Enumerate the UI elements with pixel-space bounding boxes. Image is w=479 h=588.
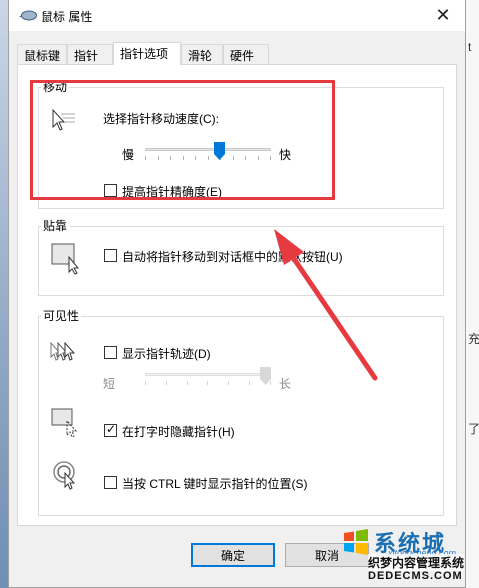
show-location-icon — [53, 461, 76, 490]
pointer-options-panel: 移动 选择指针移动速度(C): 慢 快 提高指针精确度(E) 贴靠 自动将指针移… — [17, 64, 457, 526]
background-glyph: 充 — [468, 332, 479, 346]
tab-pointers[interactable]: 指针 — [67, 44, 113, 64]
show-location-ctrl-label[interactable]: 当按 CTRL 键时显示指针的位置(S) — [122, 475, 308, 492]
tab-buttons[interactable]: 鼠标键 — [17, 44, 67, 64]
snap-to-icon — [51, 243, 80, 275]
pointer-speed-icon — [52, 108, 75, 131]
mouse-properties-dialog: 鼠标 属性 ✕ 鼠标键 指针 指针选项 滑轮 硬件 移动 选择指针移动速度(C)… — [8, 0, 466, 588]
motion-group-title: 移动 — [41, 79, 70, 95]
ok-button[interactable]: 确定 — [191, 543, 275, 567]
snap-to-default-checkbox[interactable] — [104, 249, 117, 262]
hide-while-typing-label[interactable]: 在打字时隐藏指针(H) — [122, 423, 235, 440]
desktop-background-left — [0, 0, 8, 588]
short-label: 短 — [103, 377, 116, 391]
enhance-precision-label[interactable]: 提高指针精确度(E) — [122, 183, 222, 200]
pointer-trails-checkbox[interactable] — [104, 346, 117, 359]
site-watermark: 系统城 xitongcheng.com 织梦内容管理系统 DEDECMS.COM — [338, 524, 479, 588]
tab-wheel[interactable]: 滑轮 — [181, 44, 223, 64]
tab-hardware[interactable]: 硬件 — [223, 44, 269, 64]
close-button[interactable]: ✕ — [421, 0, 465, 31]
slow-label: 慢 — [122, 148, 135, 162]
enhance-precision-checkbox[interactable] — [104, 184, 117, 197]
title-bar: 鼠标 属性 ✕ — [9, 0, 465, 31]
desktop-background-right: t 充 了 — [465, 0, 479, 588]
slider-thumb[interactable] — [214, 142, 225, 160]
long-label: 长 — [279, 377, 292, 391]
windows-logo-icon — [344, 529, 368, 555]
speed-label: 选择指针移动速度(C): — [103, 112, 219, 126]
snap-to-group: 贴靠 自动将指针移动到对话框中的默认按钮(U) — [38, 218, 444, 296]
show-location-ctrl-checkbox[interactable] — [104, 476, 117, 489]
hide-while-typing-checkbox[interactable] — [104, 422, 117, 437]
slider-thumb[interactable] — [260, 367, 271, 385]
watermark-domain: DEDECMS.COM — [368, 570, 463, 582]
watermark-site-name: 织梦内容管理系统 — [368, 554, 465, 571]
visibility-group: 可见性 显示指针轨迹(D) 短 长 在打字时隐藏指针(H) — [38, 308, 444, 516]
fast-label: 快 — [279, 148, 292, 162]
hide-pointer-icon — [51, 408, 78, 438]
visibility-group-title: 可见性 — [41, 308, 82, 324]
motion-group: 移动 选择指针移动速度(C): 慢 快 提高指针精确度(E) — [38, 79, 444, 209]
close-icon: ✕ — [435, 5, 451, 25]
pointer-trails-slider[interactable] — [145, 367, 271, 389]
mouse-icon — [19, 10, 37, 21]
pointer-trails-icon — [50, 341, 76, 361]
background-glyph: 了 — [468, 422, 479, 436]
tab-pointer-options[interactable]: 指针选项 — [113, 42, 181, 65]
pointer-speed-slider[interactable] — [145, 142, 271, 164]
snap-to-group-title: 贴靠 — [41, 218, 70, 234]
window-title: 鼠标 属性 — [41, 10, 93, 24]
background-glyph: t — [468, 40, 472, 54]
pointer-trails-label[interactable]: 显示指针轨迹(D) — [122, 345, 211, 362]
snap-to-default-label[interactable]: 自动将指针移动到对话框中的默认按钮(U) — [122, 248, 343, 265]
